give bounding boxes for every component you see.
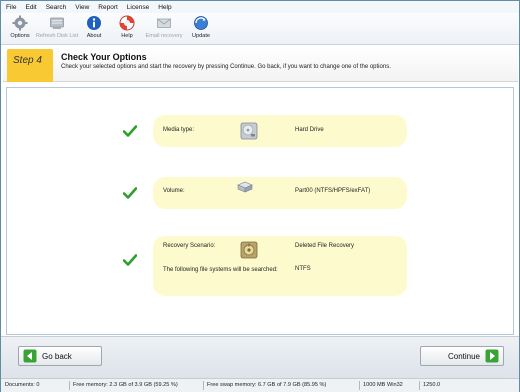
update-button[interactable]: Update (188, 13, 214, 39)
step-label: Step 4 (13, 55, 42, 66)
options-button-label: Options (10, 33, 30, 39)
status-version: 1000 MB Win32 (363, 382, 403, 388)
menu-report[interactable]: Report (98, 4, 118, 11)
option-panel: Recovery Scenario: Deleted File Recovery… (153, 236, 407, 296)
about-button-label: About (86, 33, 102, 39)
status-divider (359, 381, 360, 390)
option-panel: Media type: Hard Drive (153, 115, 407, 147)
option-value: Part00 (NTFS/HPFS/exFAT) (295, 188, 371, 194)
file-systems-label: The following file systems will be searc… (163, 267, 278, 273)
option-value: Deleted File Recovery (295, 243, 355, 249)
option-label: Volume: (163, 188, 185, 194)
info-icon (87, 16, 101, 30)
recovery-icon (240, 241, 258, 259)
go-back-label: Go back (42, 351, 72, 361)
page-subtitle: Check your selected options and start th… (61, 64, 391, 70)
arrow-right-icon (485, 349, 499, 363)
status-divider (203, 381, 204, 390)
menu-edit[interactable]: Edit (25, 4, 36, 11)
wizard-header: Step 4 Check Your Options Check your sel… (3, 46, 518, 82)
help-button[interactable]: Help (114, 13, 140, 39)
continue-label: Continue (447, 351, 480, 361)
envelope-icon (157, 18, 171, 28)
go-back-button[interactable]: Go back (18, 346, 102, 366)
option-volume: Volume: Part00 (NTFS/HPFS/exFAT) (7, 177, 515, 209)
arrow-left-icon (23, 349, 37, 363)
file-systems-value: NTFS (295, 266, 311, 272)
options-summary: Media type: Hard Drive Volume: Part00 (N… (6, 87, 514, 335)
option-label: Recovery Scenario: (163, 243, 216, 249)
toolbar: Options Refresh Disk List About Help Ema… (1, 13, 519, 45)
gear-icon (12, 15, 28, 31)
option-recovery-scenario: Recovery Scenario: Deleted File Recovery… (7, 236, 515, 296)
app-window: File Edit Search View Report License Hel… (0, 0, 520, 392)
status-free-memory: Free memory: 2.3 GB of 3.9 GB (59.25 %) (73, 382, 178, 388)
status-documents: Documents: 0 (5, 382, 40, 388)
status-divider (419, 381, 420, 390)
status-bar: Documents: 0 Free memory: 2.3 GB of 3.9 … (1, 378, 519, 392)
check-icon (123, 125, 137, 137)
options-button[interactable]: Options (7, 13, 33, 39)
help-button-label: Help (121, 33, 133, 39)
lifebuoy-icon (119, 15, 135, 31)
option-value: Hard Drive (295, 127, 324, 133)
hard-drive-icon (240, 122, 258, 140)
check-icon (123, 187, 137, 199)
wizard-footer: Go back Continue (1, 336, 519, 378)
option-media-type: Media type: Hard Drive (7, 115, 515, 147)
menu-file[interactable]: File (6, 4, 16, 11)
update-button-label: Update (191, 33, 211, 39)
email-recovery-button[interactable]: Email recovery (145, 13, 183, 39)
option-panel: Volume: Part00 (NTFS/HPFS/exFAT) (153, 177, 407, 209)
check-icon (123, 254, 137, 266)
menu-search[interactable]: Search (46, 4, 67, 11)
menu-help[interactable]: Help (158, 4, 171, 11)
continue-button[interactable]: Continue (420, 346, 504, 366)
refresh-disk-list-button[interactable]: Refresh Disk List (36, 13, 78, 39)
menu-bar: File Edit Search View Report License Hel… (1, 1, 519, 13)
option-label: Media type: (163, 127, 195, 133)
status-build: 1250.0 (423, 382, 441, 388)
disk-list-icon (50, 17, 64, 29)
menu-view[interactable]: View (75, 4, 89, 11)
step-indicator: Step 4 (7, 49, 53, 82)
update-globe-icon (194, 16, 208, 30)
refresh-disk-list-label: Refresh Disk List (35, 33, 79, 39)
status-divider (69, 381, 70, 390)
about-button[interactable]: About (81, 13, 107, 39)
volume-icon (237, 181, 253, 193)
page-title: Check Your Options (61, 52, 147, 62)
email-recovery-label: Email recovery (145, 33, 183, 39)
status-free-swap: Free swap memory: 6.7 GB of 7.9 GB (85.9… (207, 382, 327, 388)
menu-license[interactable]: License (127, 4, 149, 11)
